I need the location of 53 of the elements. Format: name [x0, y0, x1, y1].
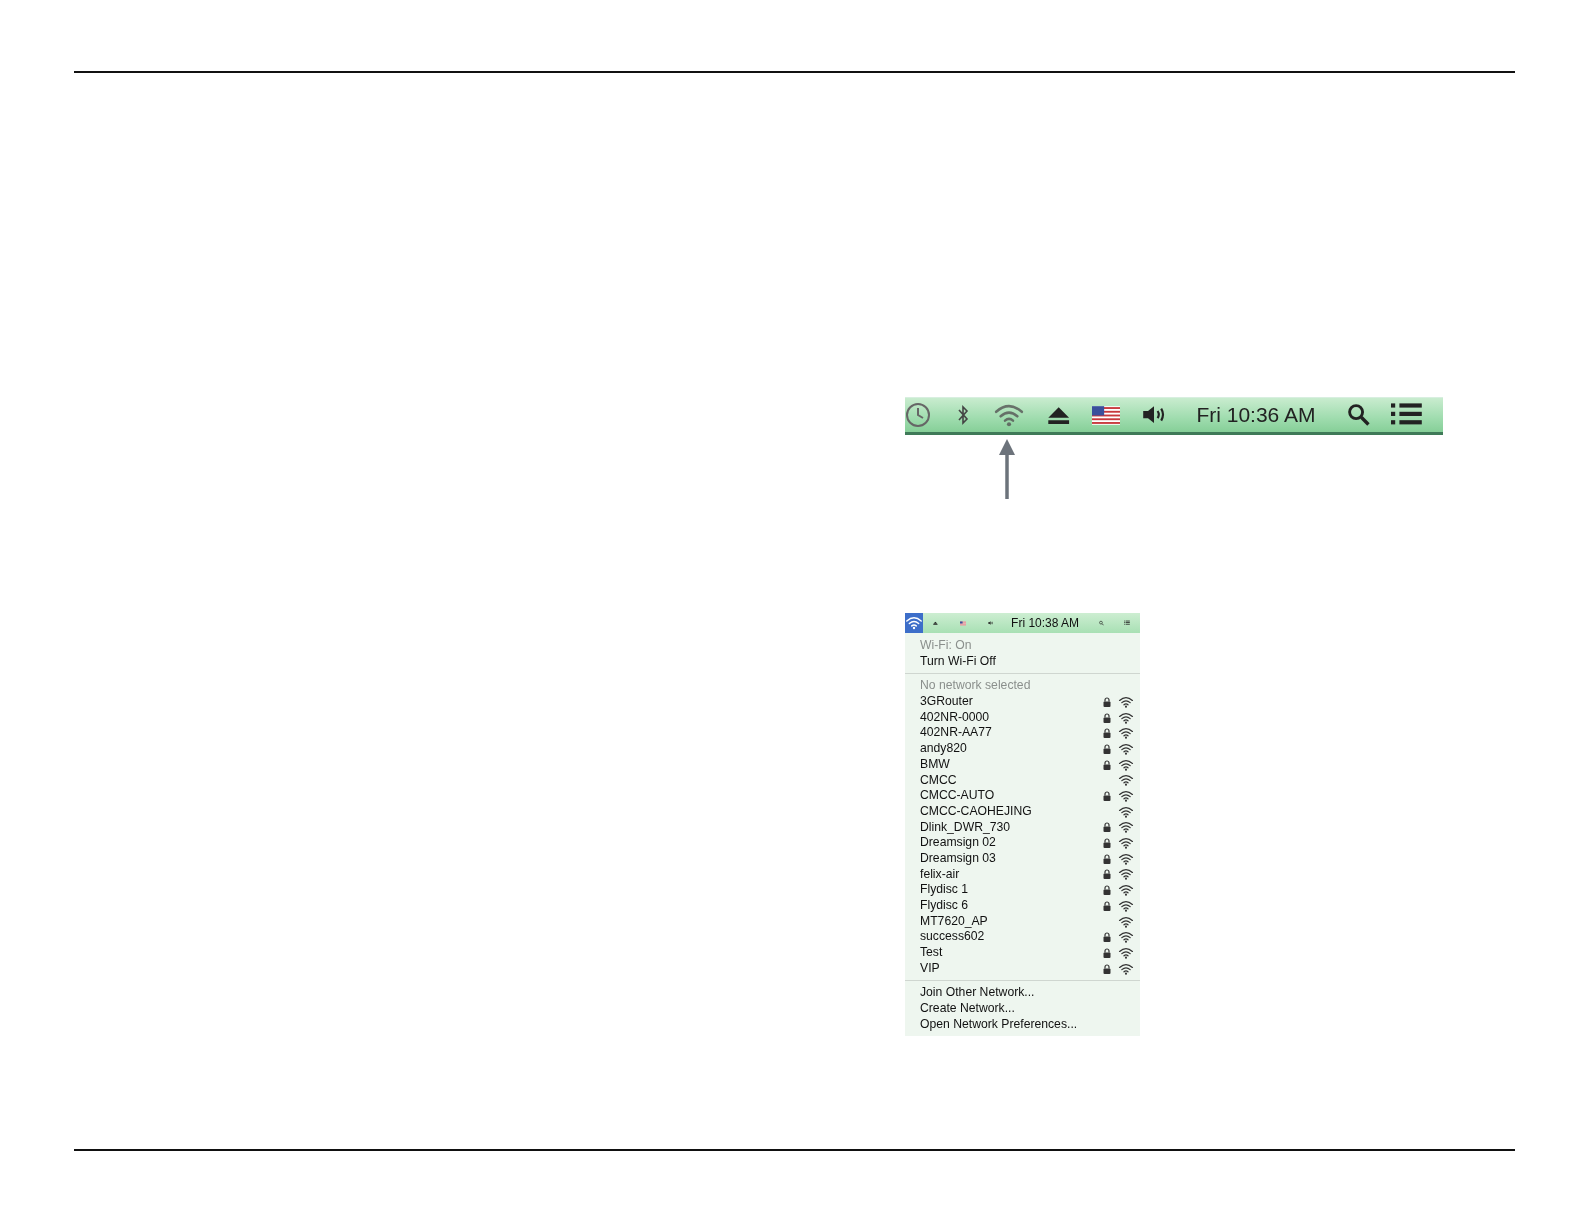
signal-icon: [1118, 915, 1134, 928]
search-icon[interactable]: [1347, 403, 1371, 427]
network-name[interactable]: Dlink_DWR_730: [920, 819, 1100, 836]
signal-icon: [1118, 790, 1134, 803]
network-name[interactable]: BMW: [920, 756, 1100, 773]
signal-icon: [1118, 868, 1134, 881]
network-name[interactable]: MT7620_AP: [920, 913, 1100, 930]
network-name[interactable]: 402NR-0000: [920, 709, 1100, 726]
menu-bar-clock[interactable]: Fri 10:36 AM: [1196, 403, 1316, 427]
signal-icon: [1118, 805, 1134, 818]
network-name[interactable]: Dreamsign 02: [920, 835, 1100, 851]
network-name[interactable]: andy820: [920, 741, 1100, 757]
network-name[interactable]: CMCC: [920, 772, 1100, 789]
menu-bar-clock[interactable]: Fri 10:38 AM: [1011, 616, 1080, 630]
signal-icon: [1118, 962, 1134, 975]
network-name[interactable]: CMCC-CAOHEJING: [920, 803, 1100, 820]
signal-icon: [1118, 946, 1134, 959]
network-name[interactable]: Flydisc 1: [920, 882, 1100, 898]
bluetooth-icon[interactable]: [957, 404, 969, 426]
network-name[interactable]: 402NR-AA77: [920, 725, 1100, 742]
signal-icon: [1118, 727, 1134, 740]
signal-icon: [1118, 758, 1134, 771]
wifi-status: Wi-Fi: On: [919, 638, 973, 654]
signal-icon: [1118, 821, 1134, 834]
network-name[interactable]: VIP: [920, 960, 1100, 977]
wifi-icon[interactable]: [905, 613, 923, 633]
wifi-icon[interactable]: [993, 403, 1025, 427]
signal-icon: [1118, 931, 1134, 944]
wifi-symbol: [905, 616, 923, 630]
menu-item[interactable]: Create Network...: [905, 1001, 1140, 1017]
network-name[interactable]: Dreamsign 03: [920, 850, 1100, 867]
signal-icon: [1118, 711, 1134, 724]
network-name[interactable]: success602: [920, 929, 1100, 946]
signal-icon: [1118, 774, 1134, 787]
signal-icon: [1118, 742, 1134, 755]
network-name[interactable]: Test: [920, 945, 1100, 961]
signal-icon: [1118, 695, 1134, 708]
signal-icon: [1118, 837, 1134, 850]
eject-icon[interactable]: [1047, 405, 1071, 425]
speaker-icon[interactable]: [1142, 405, 1167, 425]
signal-icon: [1118, 884, 1134, 897]
network-status: No network selected: [919, 678, 1032, 695]
menu-item[interactable]: Open Network Preferences...: [905, 1016, 1140, 1033]
menu-item[interactable]: Join Other Network...: [905, 985, 1140, 1002]
menu-item[interactable]: Turn Wi-Fi Off: [905, 653, 1140, 670]
network-name[interactable]: 3GRouter: [920, 694, 1100, 710]
signal-icon: [1118, 852, 1134, 865]
clock-icon[interactable]: [905, 402, 931, 428]
flag-icon[interactable]: [1092, 405, 1121, 425]
signal-icon: [1118, 899, 1134, 912]
network-name[interactable]: Flydisc 6: [920, 898, 1100, 914]
network-name[interactable]: felix-air: [920, 866, 1100, 883]
network-name[interactable]: CMCC-AUTO: [920, 788, 1100, 804]
